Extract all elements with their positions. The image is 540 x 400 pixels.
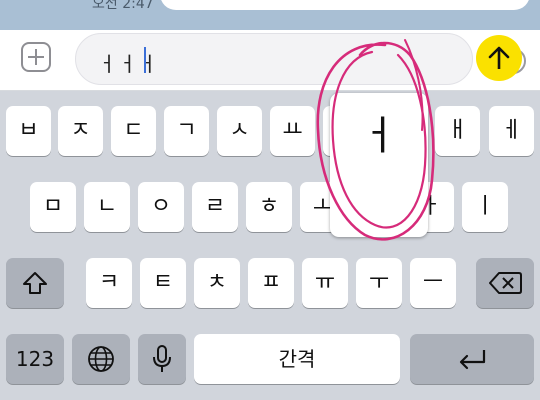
key-row1-2[interactable]: ㅈ bbox=[58, 106, 103, 156]
key-row3-6[interactable]: ㅜ bbox=[356, 258, 402, 308]
key-label: ㅈ bbox=[70, 118, 91, 143]
key-label: ㅠ bbox=[314, 270, 336, 295]
key-label: ㄴ bbox=[96, 194, 118, 219]
key-row2-1[interactable]: ㅁ bbox=[30, 182, 76, 232]
key-row3-7[interactable]: ㅡ bbox=[410, 258, 456, 308]
key-label: ㅂ bbox=[18, 118, 39, 143]
shift-icon bbox=[23, 272, 47, 294]
key-label: ㄷ bbox=[123, 118, 144, 143]
key-label: ㅣ bbox=[474, 194, 496, 219]
key-label: ㅛ bbox=[282, 118, 303, 143]
key-row3-3[interactable]: ㅊ bbox=[194, 258, 240, 308]
key-label: ㄱ bbox=[176, 118, 197, 143]
key-row1-4[interactable]: ㄱ bbox=[164, 106, 209, 156]
message-composer: ㅓㅓㅓ bbox=[0, 30, 540, 91]
globe-icon bbox=[88, 346, 114, 372]
space-key-label: 간격 bbox=[278, 347, 316, 371]
return-key[interactable] bbox=[410, 334, 534, 384]
key-row1-5[interactable]: ㅅ bbox=[217, 106, 262, 156]
key-preview-glyph: ㅓ bbox=[360, 113, 398, 159]
send-button[interactable] bbox=[476, 35, 522, 81]
text-caret bbox=[144, 47, 146, 73]
key-row1-6[interactable]: ㅛ bbox=[270, 106, 315, 156]
key-label: ㅁ bbox=[42, 194, 64, 219]
key-label: ㅍ bbox=[260, 270, 282, 295]
key-label: ㅇ bbox=[150, 194, 172, 219]
microphone-icon bbox=[153, 345, 171, 372]
key-row1-1[interactable]: ㅂ bbox=[6, 106, 51, 156]
attach-button[interactable] bbox=[21, 42, 51, 72]
key-row3-1[interactable]: ㅋ bbox=[86, 258, 132, 308]
key-row2-5[interactable]: ㅎ bbox=[246, 182, 292, 232]
key-label: ㅡ bbox=[422, 270, 444, 295]
typed-text: ㅓㅓㅓ bbox=[98, 52, 160, 76]
globe-key[interactable] bbox=[72, 334, 130, 384]
key-row2-9[interactable]: ㅣ bbox=[462, 182, 508, 232]
key-row2-3[interactable]: ㅇ bbox=[138, 182, 184, 232]
message-timestamp: 오전 2:47 bbox=[92, 0, 154, 12]
shift-key[interactable] bbox=[6, 258, 64, 308]
key-label: ㅋ bbox=[98, 270, 120, 295]
numbers-key[interactable]: 123 bbox=[6, 334, 64, 384]
key-row1-10[interactable]: ㅔ bbox=[489, 106, 534, 156]
key-row2-4[interactable]: ㄹ bbox=[192, 182, 238, 232]
key-row1-3[interactable]: ㄷ bbox=[111, 106, 156, 156]
return-icon bbox=[459, 350, 486, 370]
space-key[interactable]: 간격 bbox=[194, 334, 400, 384]
key-row3-4[interactable]: ㅍ bbox=[248, 258, 294, 308]
key-row3-5[interactable]: ㅠ bbox=[302, 258, 348, 308]
key-label: ㅜ bbox=[368, 270, 390, 295]
dictation-key[interactable] bbox=[138, 334, 186, 384]
key-label: ㄹ bbox=[204, 194, 226, 219]
backspace-icon bbox=[489, 272, 522, 294]
chat-background: 오전 2:47 bbox=[0, 0, 540, 30]
key-row2-2[interactable]: ㄴ bbox=[84, 182, 130, 232]
backspace-key[interactable] bbox=[476, 258, 534, 308]
key-label: ㅎ bbox=[258, 194, 280, 219]
key-label: ㅌ bbox=[152, 270, 174, 295]
numbers-key-label: 123 bbox=[15, 347, 55, 371]
message-bubble bbox=[160, 0, 530, 10]
key-preview-popup: ㅓ bbox=[330, 93, 428, 237]
key-label: ㅔ bbox=[501, 118, 522, 143]
key-label: ㅊ bbox=[206, 270, 228, 295]
key-row1-9[interactable]: ㅐ bbox=[435, 106, 480, 156]
plus-icon bbox=[28, 49, 44, 65]
key-row3-2[interactable]: ㅌ bbox=[140, 258, 186, 308]
arrow-up-icon bbox=[488, 46, 510, 69]
key-label: ㅅ bbox=[229, 118, 250, 143]
message-input[interactable]: ㅓㅓㅓ bbox=[75, 33, 526, 85]
key-label: ㅐ bbox=[447, 118, 468, 143]
